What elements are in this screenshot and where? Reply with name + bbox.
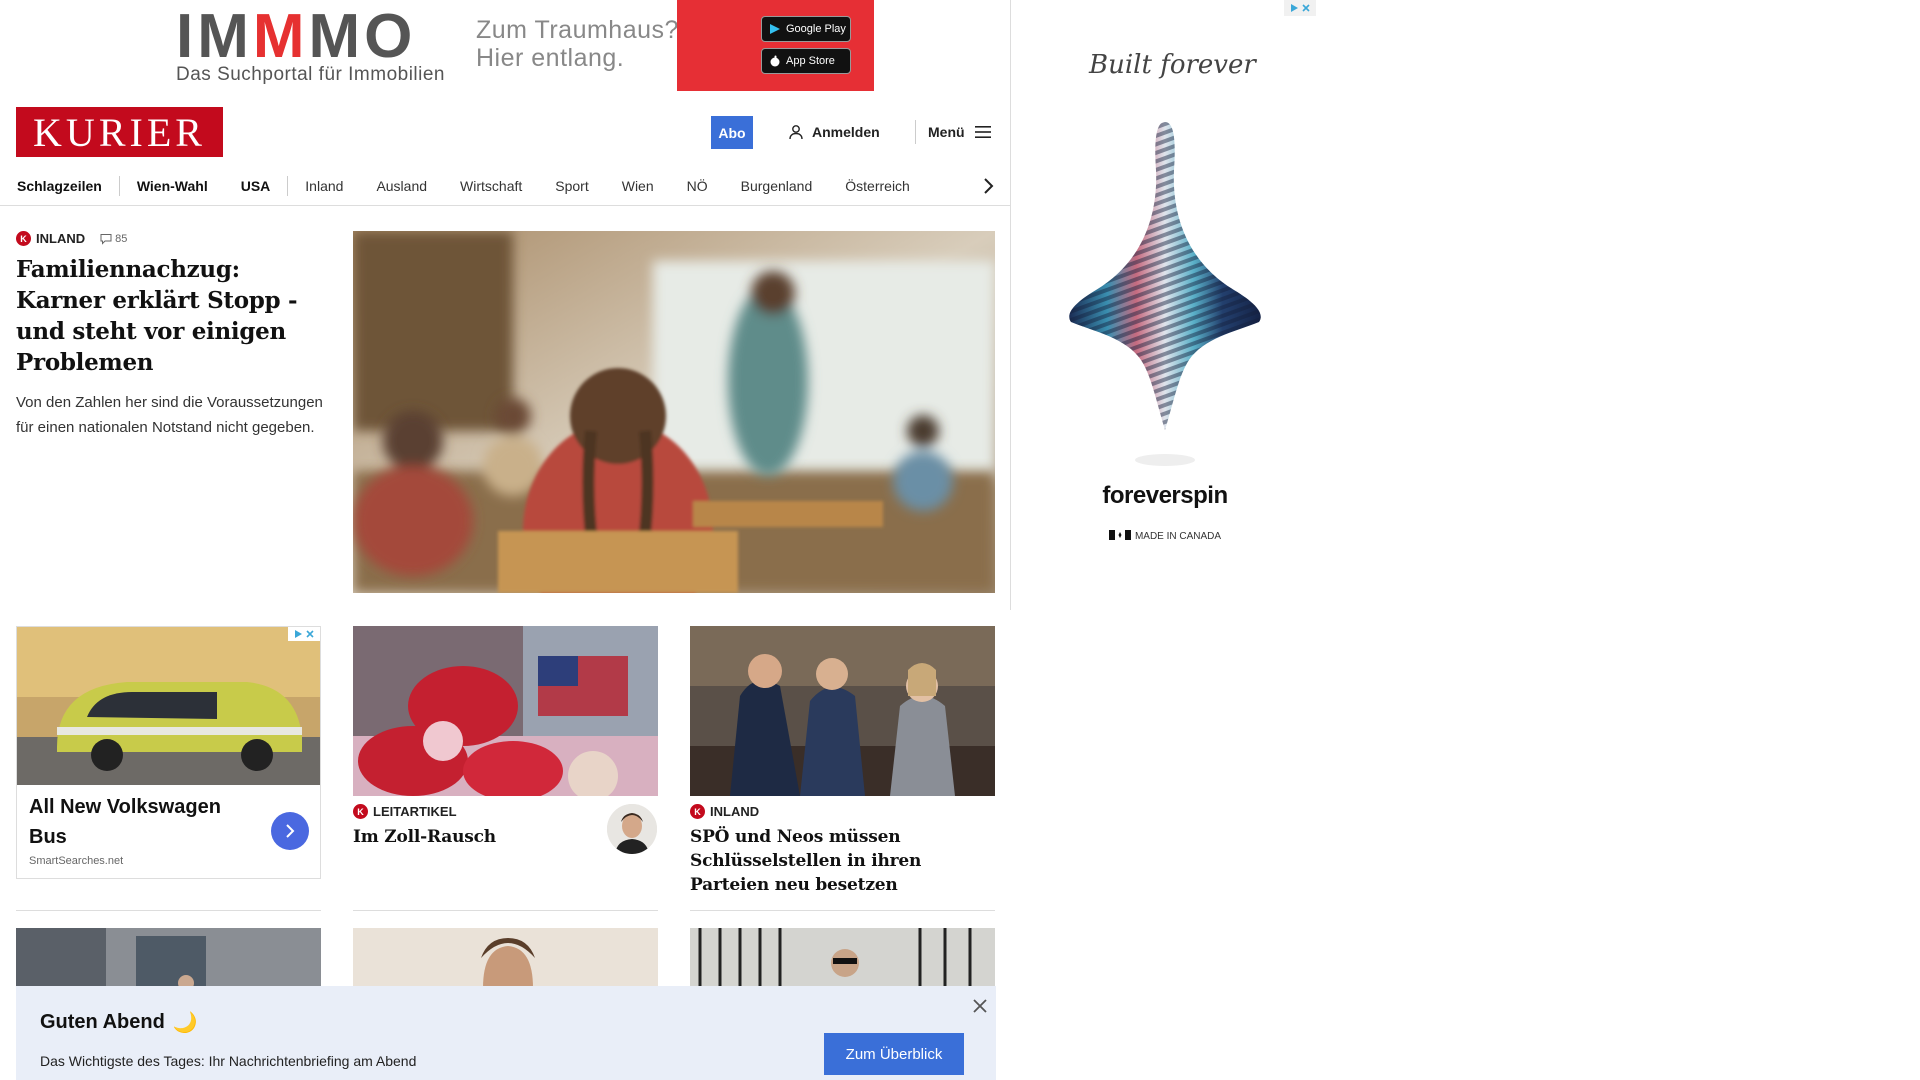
canada-flag-icon	[1108, 530, 1131, 540]
kurier-k-icon: K	[16, 231, 31, 246]
comment-count[interactable]: 85	[100, 233, 127, 245]
moon-icon: 🌙	[172, 1012, 198, 1034]
kurier-k-icon: K	[353, 804, 368, 819]
nav-scroll-right-icon[interactable]	[978, 176, 998, 196]
article-image-parliament	[690, 626, 995, 796]
article-card-spoe-neos[interactable]: K Inland SPÖ und Neos müssen Schlüsselst…	[690, 626, 995, 897]
comment-icon	[100, 233, 112, 245]
lead-kicker: K Inland 85	[16, 231, 326, 246]
nav-item-ausland[interactable]: Ausland	[376, 178, 427, 194]
immmo-logo: IMMMO	[176, 2, 417, 71]
ad-claim: Zum Traumhaus? Hier entlang.	[476, 16, 679, 72]
row-divider	[690, 910, 995, 911]
hamburger-icon	[974, 126, 991, 138]
close-icon[interactable]	[970, 996, 990, 1016]
article-card-zoll[interactable]: K Leitartikel Im Zoll-Rausch	[353, 626, 658, 854]
nav-item-oesterreich[interactable]: Österreich	[845, 178, 910, 194]
ad-tagline: Built forever	[1089, 50, 1256, 80]
kurier-k-icon: K	[690, 804, 705, 819]
row-divider	[16, 910, 321, 911]
article-image-trump-merch	[353, 626, 658, 796]
section-nav: Schlagzeilen Wien-Wahl USA Inland Auslan…	[0, 166, 1010, 206]
article-card-peek[interactable]	[690, 928, 995, 988]
nav-divider	[287, 176, 289, 196]
spinning-top-image	[1069, 122, 1261, 466]
nav-item-schlagzeilen[interactable]: Schlagzeilen	[17, 178, 102, 194]
top-banner-ad[interactable]: IMMMO Das Suchportal für Immobilien Zum …	[136, 0, 874, 91]
nav-item-noe[interactable]: NÖ	[687, 178, 708, 194]
skyscraper-ad[interactable]: Built forever foreverspin MADE IN CANADA	[1014, 0, 1316, 610]
nav-item-wien[interactable]: Wien	[622, 178, 654, 194]
vw-bus-image	[17, 627, 320, 785]
article-card-peek[interactable]	[353, 928, 658, 988]
login-label: Anmelden	[812, 124, 880, 140]
briefing-description: Das Wichtigste des Tages: Ihr Nachrichte…	[40, 1053, 417, 1069]
ad-title[interactable]: All New Volkswagen Bus	[29, 792, 249, 852]
nav-item-wien-wahl[interactable]: Wien-Wahl	[137, 178, 208, 194]
ad-source: SmartSearches.net	[29, 855, 124, 867]
play-store-icon	[770, 24, 780, 34]
nav-item-inland[interactable]: Inland	[305, 178, 343, 194]
briefing-cta-button[interactable]: Zum Überblick	[824, 1033, 964, 1075]
nav-divider	[118, 176, 120, 196]
lead-headline[interactable]: Familiennachzug: Karner erklärt Stopp - …	[16, 254, 326, 378]
nav-item-sport[interactable]: Sport	[555, 178, 588, 194]
ad-choices-icon[interactable]	[1284, 0, 1316, 16]
nav-item-usa[interactable]: USA	[241, 178, 271, 194]
lead-teaser: Von den Zahlen her sind die Voraussetzun…	[16, 394, 323, 436]
apple-icon	[770, 55, 780, 67]
author-avatar	[607, 804, 657, 854]
chevron-right-icon	[286, 824, 295, 838]
ad-brand: foreverspin	[1102, 482, 1228, 509]
user-icon	[789, 125, 803, 140]
lead-image-classroom[interactable]	[353, 231, 995, 593]
briefing-greeting: Guten Abend 🌙	[40, 1011, 198, 1034]
google-play-badge[interactable]: Google Play	[761, 16, 851, 42]
ad-choices-icon[interactable]	[288, 627, 320, 641]
site-header: KURIER Abo Anmelden Menü	[0, 100, 1010, 164]
header-divider	[915, 120, 916, 144]
nav-item-wirtschaft[interactable]: Wirtschaft	[460, 178, 522, 194]
evening-briefing-banner: Guten Abend 🌙 Das Wichtigste des Tages: …	[16, 986, 996, 1080]
ad-made-in: MADE IN CANADA	[1014, 530, 1316, 542]
lead-story[interactable]: K Inland 85 Familiennachzug: Karner erkl…	[16, 231, 326, 440]
abo-button[interactable]: Abo	[711, 116, 753, 149]
login-button[interactable]: Anmelden	[788, 120, 880, 144]
column-divider	[1010, 0, 1011, 610]
ad-subline: Das Suchportal für Immobilien	[176, 64, 445, 85]
card-headline[interactable]: SPÖ und Neos müssen Schlüsselstellen in …	[690, 825, 995, 897]
kurier-logo[interactable]: KURIER	[16, 107, 223, 157]
vw-bus-ad[interactable]: All New Volkswagen Bus SmartSearches.net	[16, 626, 321, 879]
ad-arrow-button[interactable]	[271, 812, 309, 850]
article-card-peek[interactable]	[16, 928, 321, 988]
app-store-badge[interactable]: App Store	[761, 48, 851, 74]
ad-red-panel	[677, 0, 874, 91]
row-divider	[353, 910, 658, 911]
menu-label: Menü	[928, 124, 965, 140]
nav-item-burgenland[interactable]: Burgenland	[741, 178, 813, 194]
card-kicker: K Inland	[690, 804, 995, 819]
menu-button[interactable]: Menü	[928, 120, 991, 144]
